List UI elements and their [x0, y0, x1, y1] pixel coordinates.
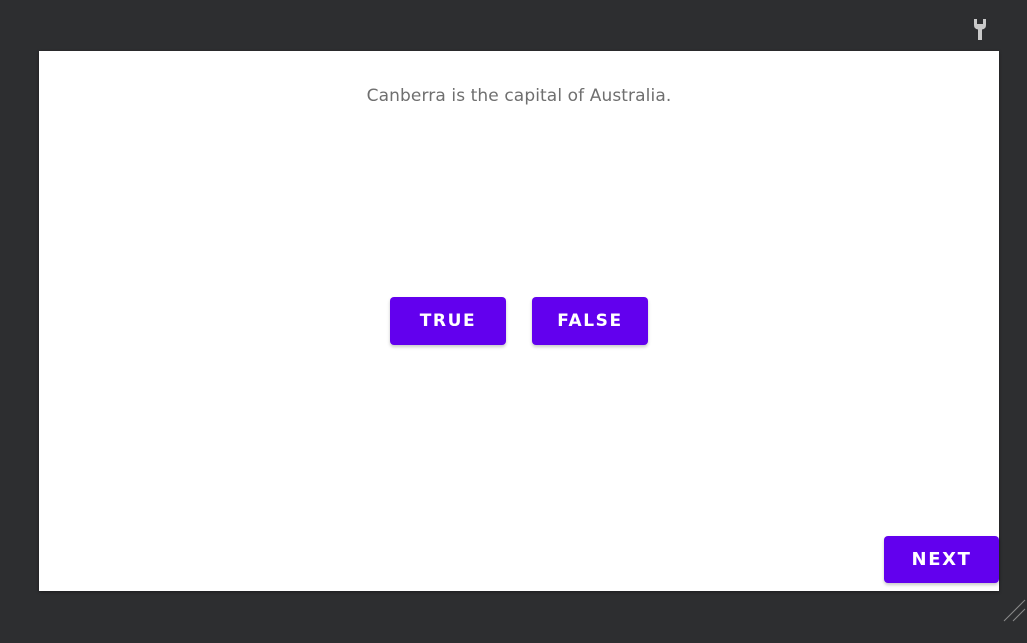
resize-grip-icon[interactable]	[1002, 598, 1027, 623]
false-button[interactable]: FALSE	[532, 297, 648, 345]
next-button[interactable]: NEXT	[884, 536, 999, 583]
emulator-frame: Canberra is the capital of Australia. TR…	[0, 0, 1027, 643]
true-button[interactable]: TRUE	[390, 297, 506, 345]
question-text: Canberra is the capital of Australia.	[366, 86, 672, 106]
app-screen: Canberra is the capital of Australia. TR…	[39, 51, 999, 591]
wrench-icon[interactable]	[971, 17, 989, 41]
